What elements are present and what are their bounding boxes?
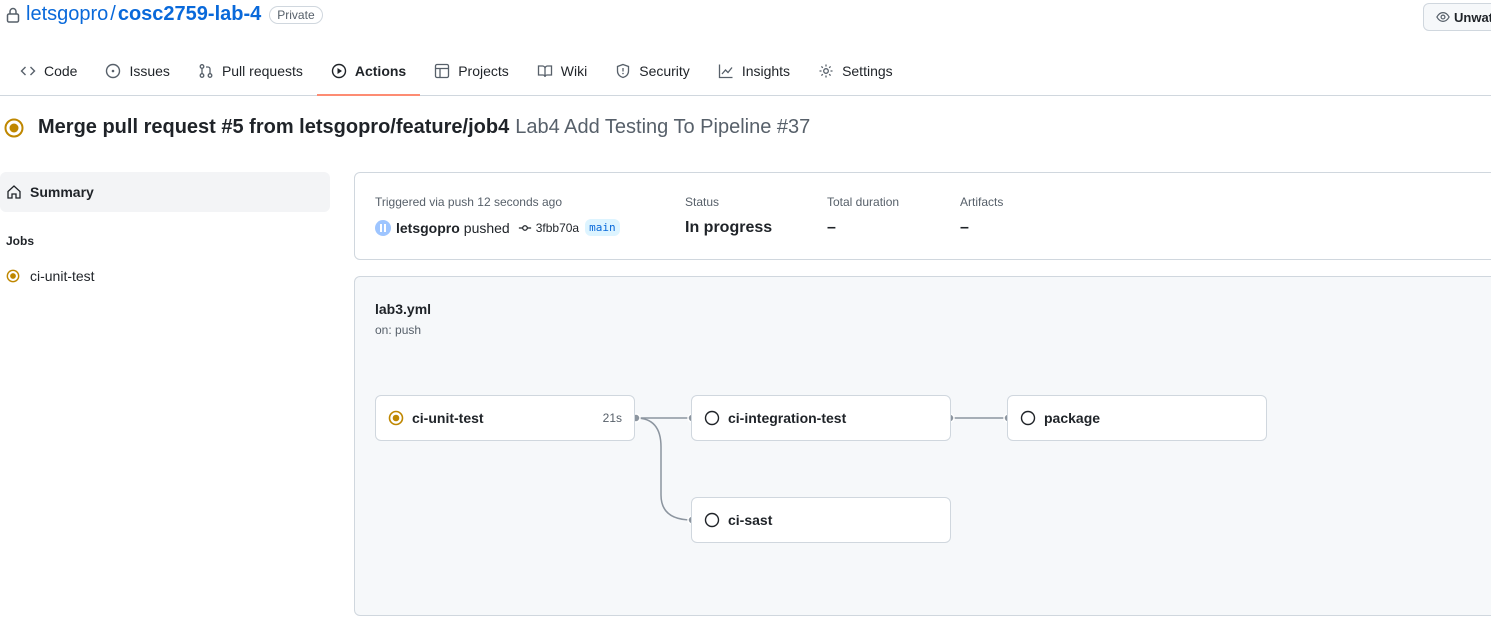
- unwatch-label: Unwat: [1454, 9, 1491, 25]
- status-column: Status In progress: [685, 195, 772, 237]
- run-sidebar: Summary Jobs ci-unit-test: [0, 172, 330, 284]
- artifacts-value: –: [960, 219, 969, 236]
- job-duration: 21s: [602, 411, 622, 425]
- repo-header: letsgopro / cosc2759-lab-4 Private Unwat…: [0, 0, 1491, 96]
- repo-name-link[interactable]: cosc2759-lab-4: [118, 3, 261, 26]
- tab-insights[interactable]: Insights: [704, 50, 804, 92]
- tab-pull-requests[interactable]: Pull requests: [184, 50, 317, 92]
- queued-icon: [704, 512, 720, 528]
- commit-icon: [518, 224, 531, 231]
- repo-separator: /: [110, 3, 116, 25]
- job-ci-sast[interactable]: ci-sast: [691, 497, 951, 543]
- duration-label: Total duration: [827, 195, 900, 209]
- issue-icon: [106, 63, 121, 79]
- status-value: In progress: [685, 219, 773, 236]
- job-label: ci-unit-test: [412, 410, 484, 426]
- job-package[interactable]: package: [1007, 395, 1267, 441]
- in-progress-icon: [4, 118, 24, 137]
- gear-icon: [819, 64, 833, 78]
- run-title: Merge pull request #5 from letsgopro/fea…: [4, 116, 810, 139]
- tab-issues[interactable]: Issues: [91, 50, 183, 92]
- commit-link[interactable]: 3fbb70a: [518, 221, 579, 235]
- sidebar-item-summary[interactable]: Summary: [0, 172, 330, 212]
- trigger-column: Triggered via push 12 seconds ago letsgo…: [375, 195, 620, 236]
- job-ci-unit-test[interactable]: ci-unit-test 21s: [375, 395, 635, 441]
- in-progress-icon: [388, 410, 404, 426]
- tab-actions[interactable]: Actions: [316, 50, 421, 96]
- pushed-text: pushed: [463, 219, 510, 236]
- tab-security[interactable]: Security: [601, 50, 704, 92]
- eye-icon: [1436, 12, 1450, 22]
- run-title-commit: Merge pull request #5 from letsgopro/fea…: [38, 116, 510, 138]
- duration-column: Total duration –: [827, 195, 899, 237]
- branch-badge[interactable]: main: [585, 219, 620, 236]
- trigger-label: Triggered via push 12 seconds ago: [375, 195, 563, 209]
- job-label: ci-sast: [728, 512, 773, 528]
- queued-icon: [1020, 410, 1036, 426]
- play-icon: [331, 63, 347, 79]
- sidebar-item-job[interactable]: ci-unit-test: [0, 268, 330, 284]
- artifacts-column: Artifacts –: [960, 195, 1003, 237]
- pusher-link[interactable]: letsgopro: [396, 220, 460, 236]
- lock-icon: [6, 7, 20, 23]
- tab-projects[interactable]: Projects: [420, 50, 523, 92]
- sidebar-jobs-heading: Jobs: [6, 234, 35, 248]
- table-icon: [435, 63, 450, 79]
- visibility-badge: Private: [269, 5, 323, 24]
- book-icon: [537, 65, 552, 78]
- tab-settings[interactable]: Settings: [804, 50, 907, 92]
- artifacts-label: Artifacts: [960, 195, 1004, 209]
- tab-code[interactable]: Code: [6, 50, 91, 92]
- unwatch-button[interactable]: Unwat: [1423, 3, 1491, 31]
- in-progress-icon: [6, 269, 20, 283]
- repo-owner-link[interactable]: letsgopro: [26, 3, 108, 26]
- tab-wiki[interactable]: Wiki: [523, 50, 601, 92]
- code-icon: [20, 66, 36, 76]
- run-title-workflow: Lab4 Add Testing To Pipeline #37: [515, 116, 811, 138]
- job-label: ci-integration-test: [728, 410, 847, 426]
- duration-value: –: [827, 219, 836, 236]
- job-label: package: [1044, 410, 1101, 426]
- run-summary-box: Triggered via push 12 seconds ago letsgo…: [354, 172, 1491, 260]
- avatar[interactable]: [375, 219, 391, 236]
- graph-icon: [718, 64, 733, 79]
- workflow-graph: lab3.yml on: push ci-unit-test 21s ci-in…: [354, 276, 1491, 616]
- job-ci-integration-test[interactable]: ci-integration-test: [691, 395, 951, 441]
- status-label: Status: [685, 195, 720, 209]
- job-connectors: [631, 413, 1013, 525]
- trigger-value: letsgopro pushed 3fbb70a main: [375, 219, 620, 236]
- repo-title: letsgopro / cosc2759-lab-4 Private: [6, 3, 323, 26]
- shield-icon: [617, 63, 630, 79]
- pull-request-icon: [199, 64, 213, 78]
- home-icon: [7, 185, 21, 199]
- connector-unit-to-sast: [635, 417, 693, 521]
- repo-tabs: Code Issues Pull requests Actions Projec…: [6, 50, 907, 96]
- queued-icon: [704, 410, 720, 426]
